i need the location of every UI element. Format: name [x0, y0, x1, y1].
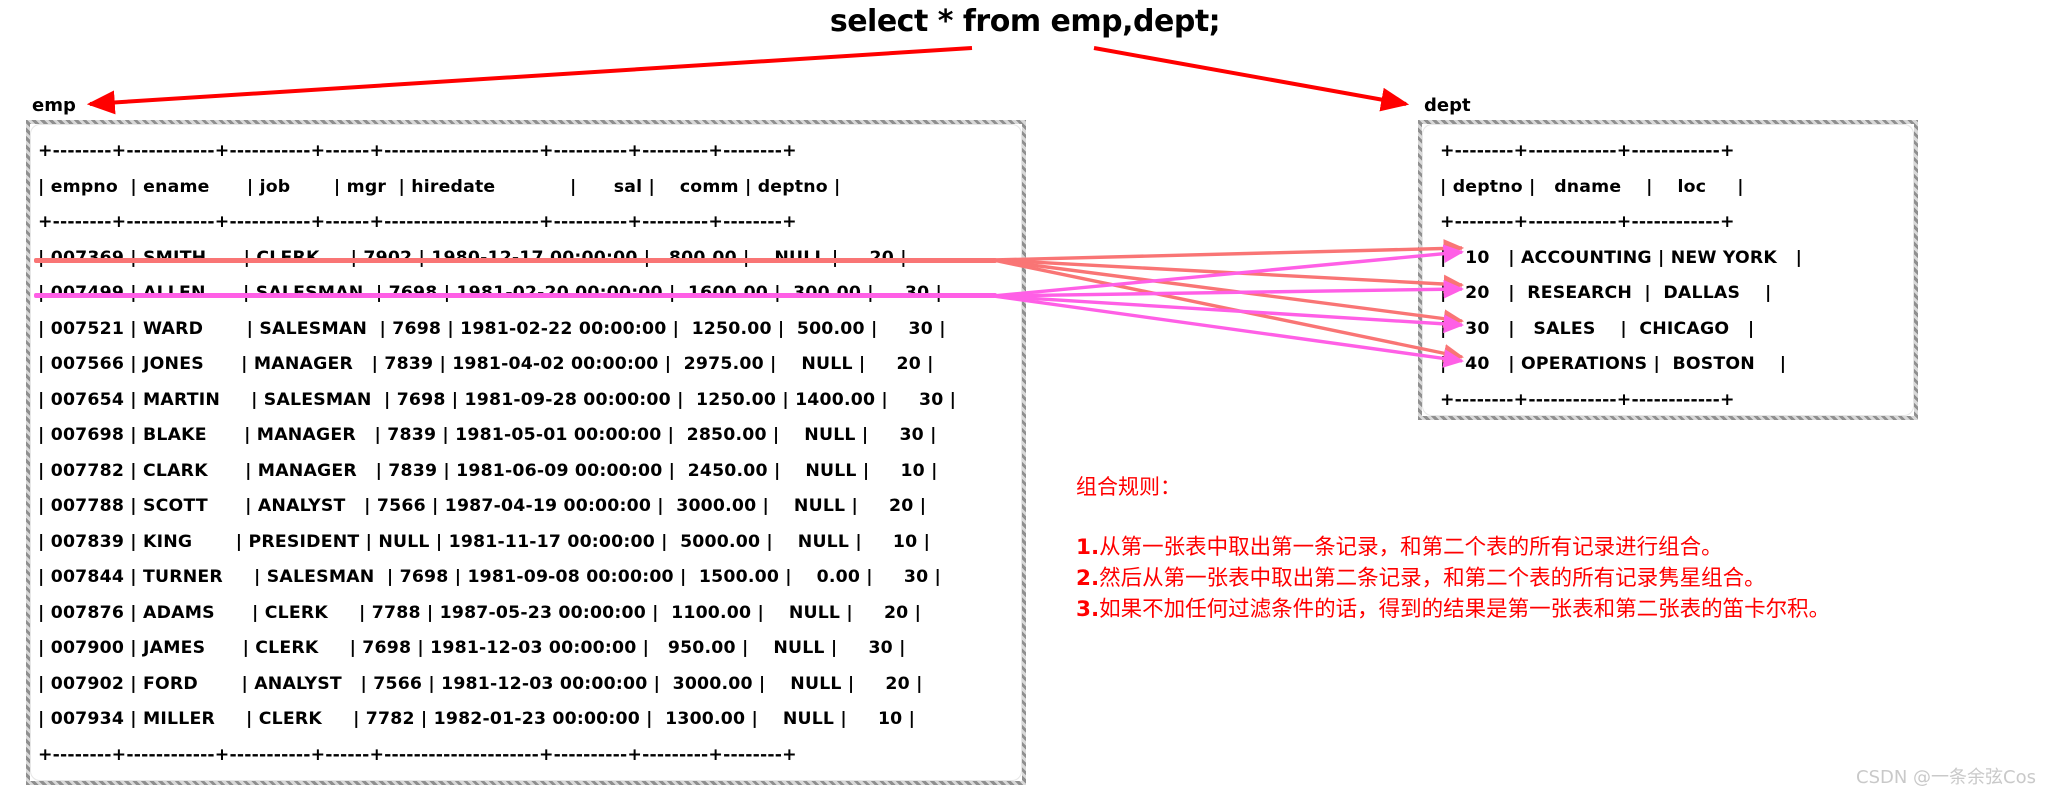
- row-highlight-smith: [34, 258, 997, 263]
- rule-text: 如果不加任何过滤条件的话，得到的结果是第一张表和第二张表的笛卡尔积。: [1099, 597, 1831, 622]
- rule-number: 1.: [1076, 535, 1100, 560]
- smith-to-dept30-arrow: [992, 258, 1465, 328]
- smith-to-dept40-arrow: [992, 258, 1464, 363]
- emp-table-text: +--------+------------+-----------+-----…: [38, 141, 957, 765]
- dept-table-label: dept: [1424, 95, 1471, 116]
- smith-to-dept20-arrow: [992, 258, 1465, 294]
- rule-item: 1.从第一张表中取出第一条记录，和第二个表的所有记录进行组合。: [1076, 532, 1830, 563]
- emp-table-card: +--------+------------+-----------+-----…: [26, 120, 1026, 785]
- allen-to-dept20-arrow: [992, 279, 1465, 299]
- smith-to-dept10-arrow: [992, 239, 1465, 262]
- allen-to-dept40-arrow: [992, 294, 1465, 368]
- rule-item: 2.然后从第一张表中取出第二条记录，和第二个表的所有记录隽星组合。: [1076, 563, 1830, 594]
- rule-text: 从第一张表中取出第一条记录，和第二个表的所有记录进行组合。: [1099, 535, 1723, 560]
- rule-item: 3.如果不加任何过滤条件的话，得到的结果是第一张表和第二张表的笛卡尔积。: [1076, 594, 1830, 625]
- dept-table-text: +--------+------------+------------+ | d…: [1440, 141, 1803, 410]
- emp-table-label: emp: [32, 95, 76, 116]
- title-to-dept-arrow: [1093, 46, 1410, 112]
- allen-to-dept30-arrow: [992, 294, 1465, 334]
- page-title: select * from emp,dept;: [829, 4, 1221, 39]
- allen-to-dept10-arrow: [992, 244, 1465, 298]
- row-highlight-allen: [34, 293, 997, 298]
- rule-number: 3.: [1076, 597, 1100, 622]
- rule-number: 2.: [1076, 566, 1100, 591]
- dept-table-card: +--------+------------+------------+ | d…: [1418, 120, 1918, 420]
- title-to-emp-arrow: [86, 46, 973, 115]
- rule-text: 然后从第一张表中取出第二条记录，和第二个表的所有记录隽星组合。: [1099, 566, 1766, 591]
- combination-rules-block: 组合规则： 1.从第一张表中取出第一条记录，和第二个表的所有记录进行组合。 2.…: [1076, 472, 1830, 625]
- csdn-watermark: CSDN @一条余弦Cos: [1856, 767, 2036, 788]
- rules-heading: 组合规则：: [1076, 475, 1181, 499]
